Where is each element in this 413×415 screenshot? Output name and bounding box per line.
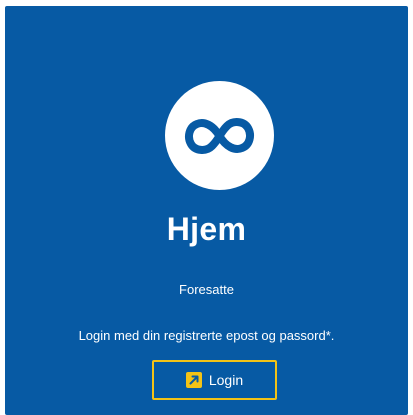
page-title: Hjem: [166, 211, 247, 247]
app-logo: [165, 81, 274, 190]
login-arrow-icon: [185, 372, 202, 388]
login-button[interactable]: Login: [152, 360, 277, 400]
infinity-icon: [185, 118, 254, 154]
login-card: Hjem Foresatte Login med din registrerte…: [5, 6, 408, 415]
page-subtitle: Foresatte: [179, 282, 234, 297]
login-instructions: Login med din registrerte epost og passo…: [78, 328, 335, 343]
login-button-label: Login: [208, 372, 244, 388]
